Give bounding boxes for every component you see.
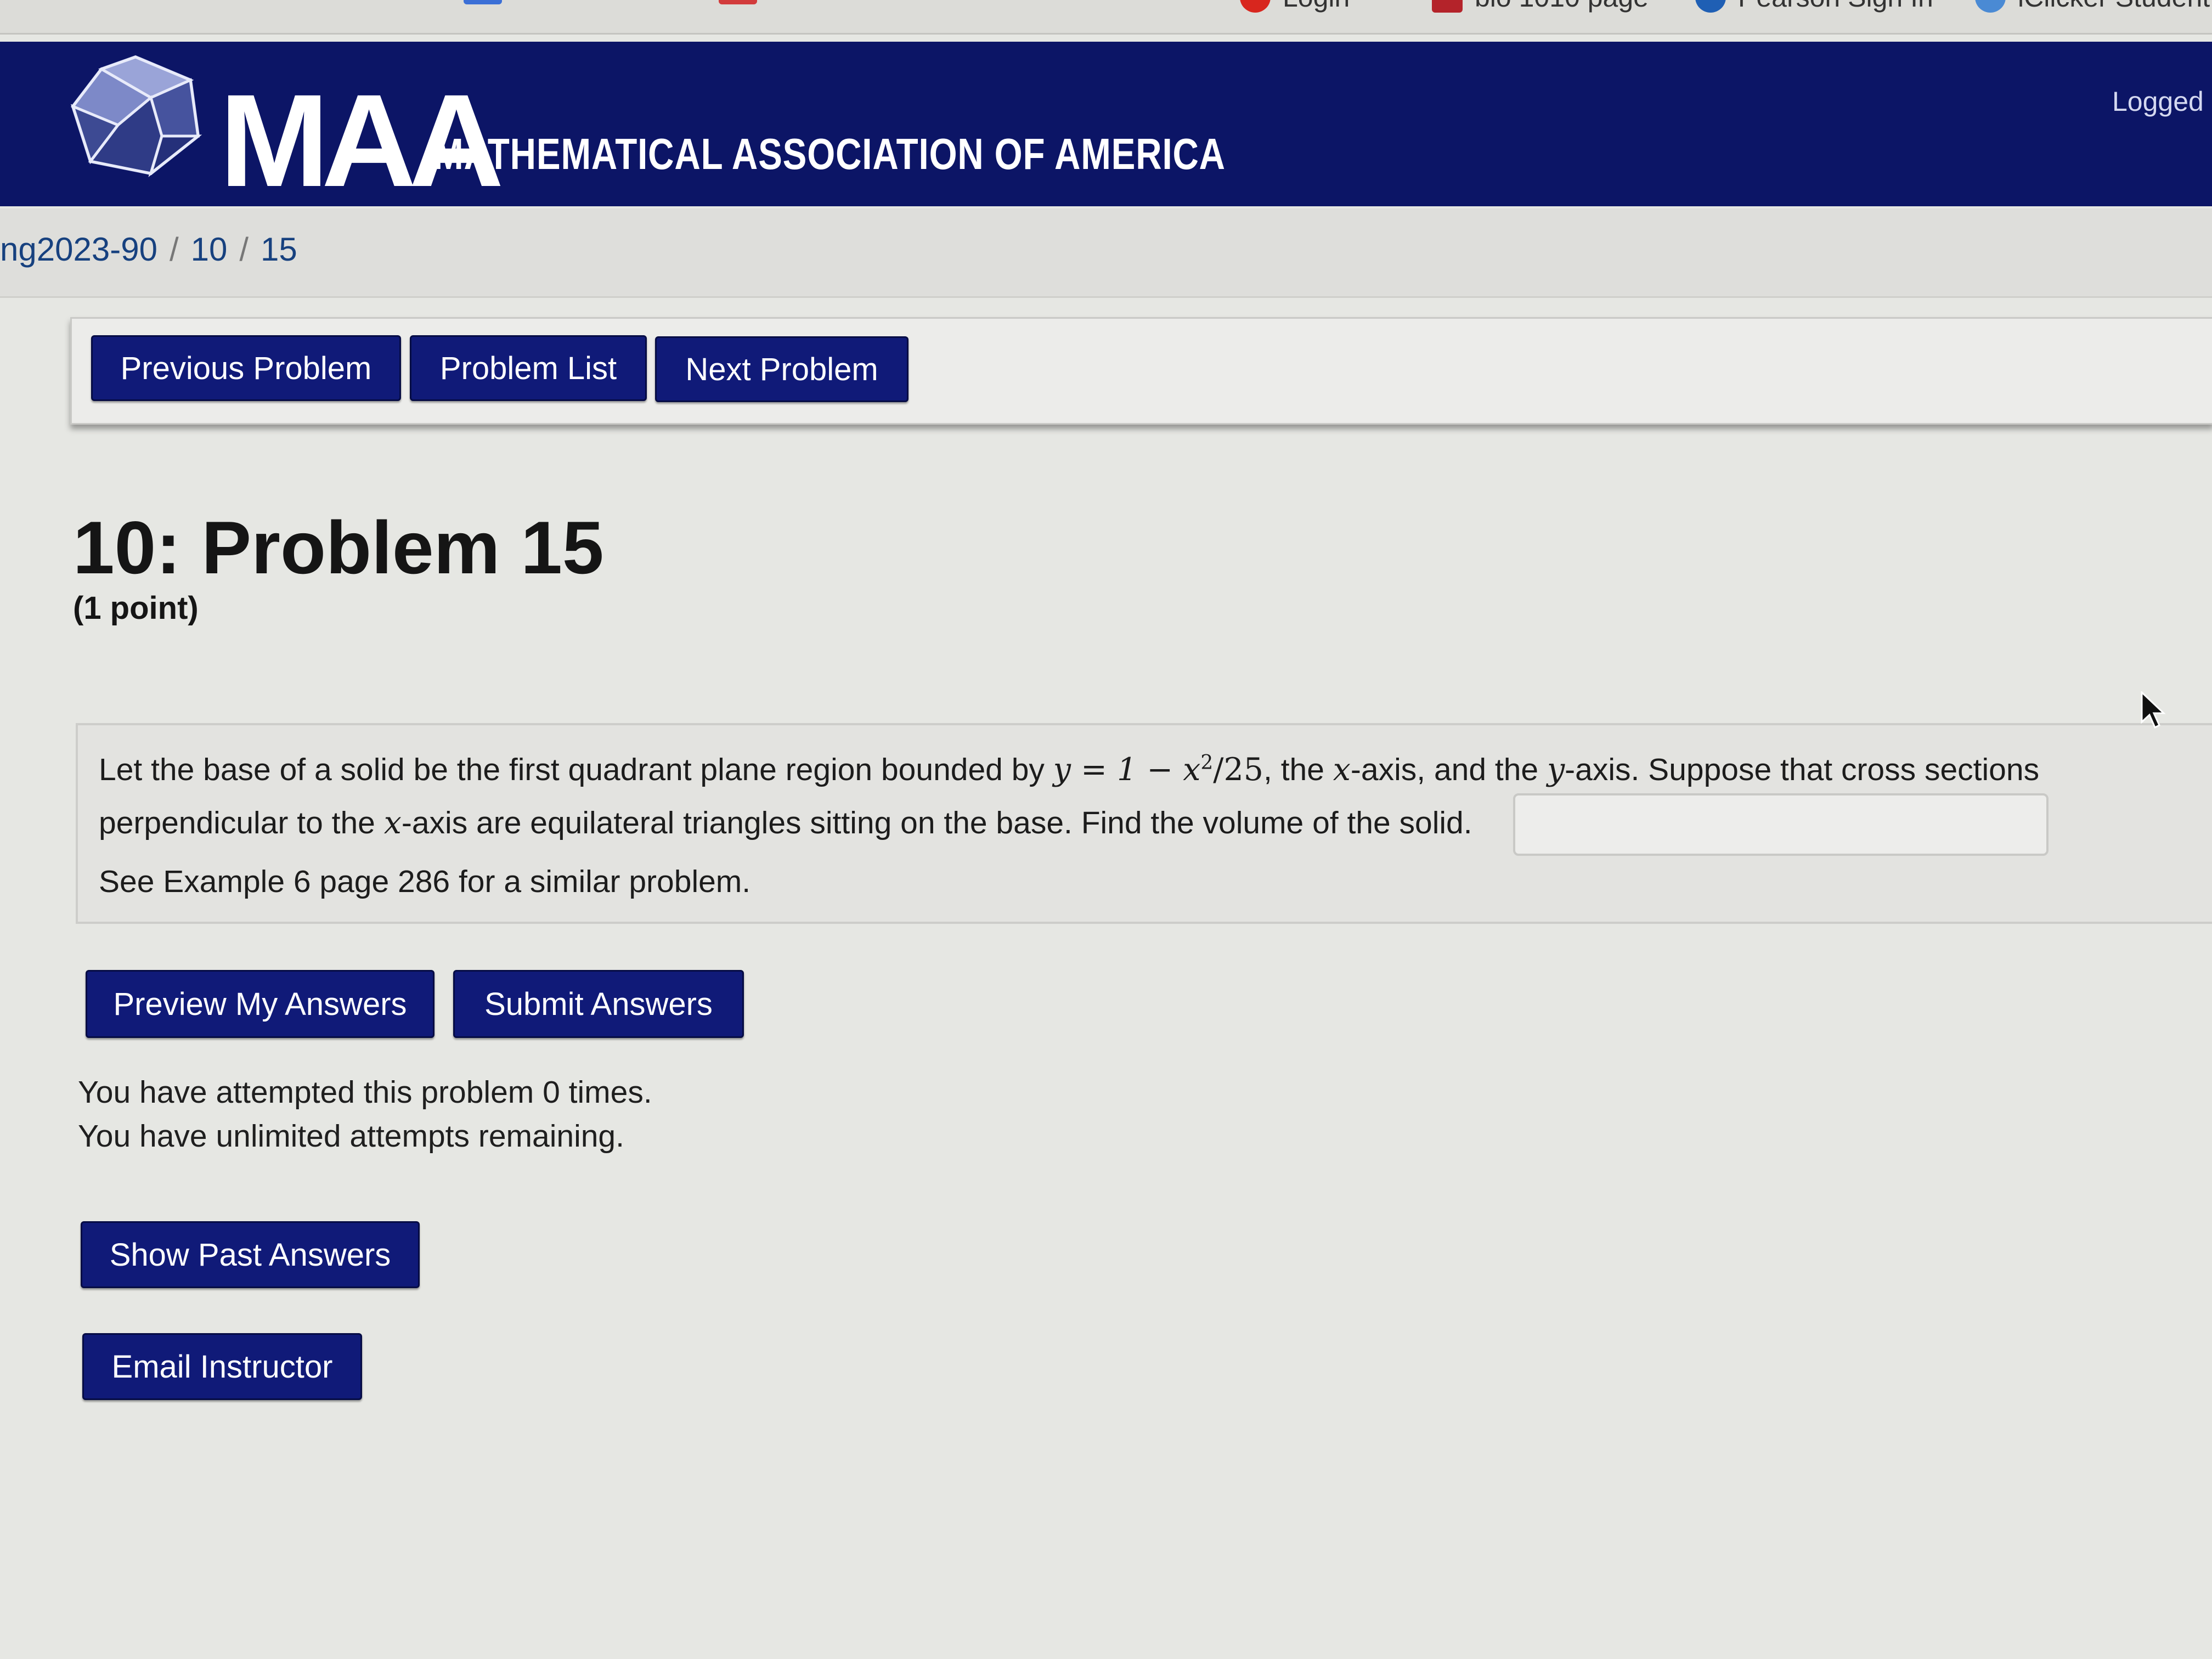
bookmark-label: Pearson Sign In <box>1738 0 1933 13</box>
math-exponent: 2 <box>1200 752 1214 774</box>
red-circle-icon <box>1240 0 1271 13</box>
problem-text-line-2: perpendicular to the x-axis are equilate… <box>99 805 1472 841</box>
problem-points: (1 point) <box>73 590 199 626</box>
breadcrumb-separator: / <box>239 231 249 268</box>
math-denominator: /25 <box>1213 752 1264 788</box>
breadcrumb-problem-number: 15 <box>261 231 297 268</box>
page-title: 10: Problem 15 <box>73 506 604 589</box>
bookmark-login[interactable]: Login <box>1240 0 1350 13</box>
breadcrumb-separator: / <box>169 231 179 268</box>
show-past-answers-button[interactable]: Show Past Answers <box>81 1221 420 1288</box>
problem-hint: See Example 6 page 286 for a similar pro… <box>99 864 751 899</box>
mouse-cursor-icon <box>2141 691 2166 729</box>
previous-problem-button[interactable]: Previous Problem <box>91 335 401 401</box>
breadcrumb-set-link[interactable]: ng2023-90 <box>0 231 157 268</box>
bookmark-pearson[interactable]: Pearson Sign In <box>1695 0 1933 13</box>
logo-subtitle: MATHEMATICAL ASSOCIATION OF AMERICA <box>433 129 1226 178</box>
logged-in-status: Logged i <box>2112 86 2212 117</box>
problem-text-line-1: Let the base of a solid be the first qua… <box>99 752 2040 788</box>
math-variable-x: x <box>383 805 402 841</box>
breadcrumb-set-number-link[interactable]: 10 <box>191 231 228 268</box>
problem-nav-bar: Previous Problem Problem List Next Probl… <box>70 317 2212 425</box>
next-problem-button[interactable]: Next Problem <box>655 336 909 402</box>
submit-answers-button[interactable]: Submit Answers <box>453 970 744 1038</box>
bookmark-bio-page[interactable]: bio 1010 page <box>1432 0 1649 13</box>
attempts-remaining-text: You have unlimited attempts remaining. <box>78 1119 624 1154</box>
attempts-count-text: You have attempted this problem 0 times. <box>78 1075 652 1110</box>
math-equation: y = 1 − x <box>1053 752 1201 788</box>
preview-answers-button[interactable]: Preview My Answers <box>86 970 435 1038</box>
breadcrumb: ng2023-90 / 10 / 15 <box>0 208 2212 298</box>
book-icon <box>1432 0 1463 13</box>
math-variable-y: y <box>1547 752 1565 788</box>
math-variable-x: x <box>1333 752 1351 788</box>
email-instructor-button[interactable]: Email Instructor <box>82 1333 362 1400</box>
maa-logo-icon[interactable] <box>69 54 203 177</box>
bookmark-label: bio 1010 page <box>1475 0 1649 13</box>
iclicker-icon <box>1975 0 2006 13</box>
problem-list-button[interactable]: Problem List <box>410 335 647 401</box>
bookmark-favicon-icon[interactable] <box>464 0 502 4</box>
answer-input[interactable] <box>1513 793 2049 856</box>
site-header: MAA MATHEMATICAL ASSOCIATION OF AMERICA … <box>0 42 2212 206</box>
bookmark-label: iClicker Student <box>2018 0 2210 13</box>
bookmark-favicon-icon[interactable] <box>719 0 757 4</box>
bookmark-iclicker[interactable]: iClicker Student <box>1975 0 2210 13</box>
pearson-icon <box>1695 0 1726 13</box>
bookmark-label: Login <box>1283 0 1350 13</box>
bookmarks-bar: Login bio 1010 page Pearson Sign In iCli… <box>0 0 2212 35</box>
